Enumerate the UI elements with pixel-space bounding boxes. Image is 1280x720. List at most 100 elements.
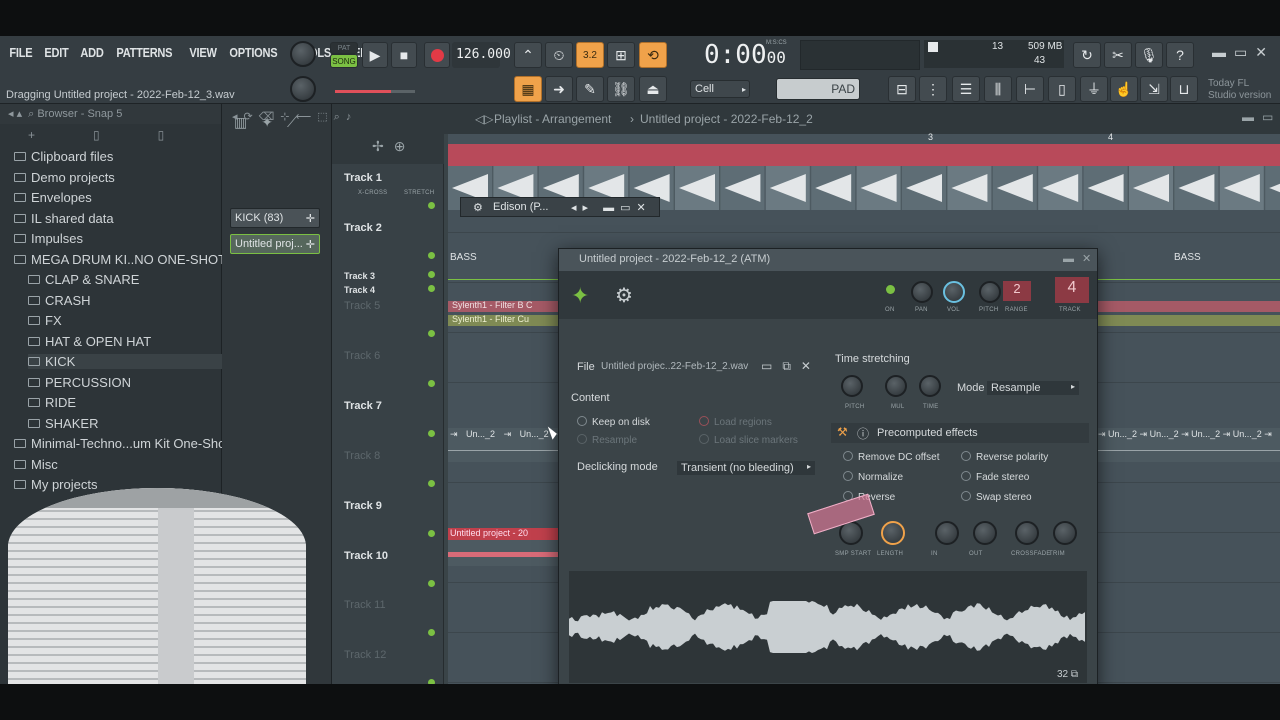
menu-options[interactable]: OPTIONS bbox=[226, 45, 281, 60]
wait-button[interactable]: ⏲ bbox=[545, 42, 573, 68]
shop-button[interactable]: ⊔ bbox=[1170, 76, 1198, 102]
mixer-track-value[interactable]: 4 bbox=[1055, 277, 1089, 303]
track-enable-dot[interactable] bbox=[428, 679, 435, 684]
pan-knob[interactable] bbox=[911, 281, 933, 303]
arrow-tool-button[interactable]: ➜ bbox=[545, 76, 573, 102]
playlist-button[interactable]: ▦ bbox=[514, 76, 542, 102]
track-enable-dot[interactable] bbox=[428, 629, 435, 636]
stamp-button[interactable]: ⏏ bbox=[639, 76, 667, 102]
clipboard-button[interactable]: ▯ bbox=[1048, 76, 1076, 102]
waveform-display[interactable]: 32 ⧉ bbox=[569, 571, 1087, 683]
track-9-clip[interactable]: Untitled project - 20 bbox=[448, 528, 568, 566]
browser-item[interactable]: FX bbox=[28, 313, 62, 328]
pencil-tool-button[interactable]: ✎ bbox=[576, 76, 604, 102]
browser-item[interactable]: KICK bbox=[28, 354, 238, 369]
menu-add[interactable]: ADD bbox=[77, 45, 107, 60]
menu-patterns[interactable]: PATTERNS bbox=[113, 45, 176, 60]
record-button[interactable] bbox=[424, 42, 450, 68]
browser-item[interactable]: MEGA DRUM KI..NO ONE-SHOTS bbox=[14, 252, 235, 267]
browser-item[interactable]: Envelopes bbox=[14, 190, 92, 205]
mic-button[interactable]: 🎙 bbox=[1135, 42, 1163, 68]
menu-edit[interactable]: EDIT bbox=[41, 45, 72, 60]
timeline-ruler[interactable]: 3 4 5 bbox=[448, 144, 1280, 166]
volume-knob[interactable] bbox=[943, 281, 965, 303]
edison-controls[interactable]: ◂▸ ▬▭✕ bbox=[571, 201, 652, 214]
track-label-11[interactable]: Track 11 bbox=[344, 599, 386, 611]
ts-pitch-knob[interactable] bbox=[841, 375, 863, 397]
help-button[interactable]: ? bbox=[1166, 42, 1194, 68]
pad-selector[interactable]: PAD bbox=[776, 78, 860, 100]
load-regions-option[interactable]: Load regions bbox=[699, 416, 772, 428]
menu-view[interactable]: VIEW bbox=[186, 45, 220, 60]
step-edit-button[interactable]: ⊞ bbox=[607, 42, 635, 68]
fx-option[interactable]: Swap stereo bbox=[961, 491, 1032, 503]
zoom-level[interactable]: 32 ⧉ bbox=[1057, 669, 1078, 680]
track-label-10[interactable]: Track 10 bbox=[344, 550, 388, 562]
tools-button[interactable]: ✂ bbox=[1104, 42, 1132, 68]
fx-option[interactable]: Remove DC offset bbox=[843, 451, 940, 463]
plugin-db-button[interactable]: ⊢ bbox=[1016, 76, 1044, 102]
download-button[interactable]: ⇲ bbox=[1140, 76, 1168, 102]
knob-crossfade[interactable] bbox=[1015, 521, 1039, 545]
track-label-3[interactable]: Track 3 bbox=[344, 271, 375, 281]
track-label-12[interactable]: Track 12 bbox=[344, 649, 386, 661]
tempo-display[interactable]: 126.000 bbox=[452, 42, 500, 68]
track-enable-dot[interactable] bbox=[428, 271, 435, 278]
loop-record-button[interactable]: ⟲ bbox=[639, 42, 667, 68]
countdown-button[interactable]: 3.2 bbox=[576, 42, 604, 68]
undo-button[interactable]: ↻ bbox=[1073, 42, 1101, 68]
ts-mul-knob[interactable] bbox=[885, 375, 907, 397]
track-enable-dot[interactable] bbox=[428, 252, 435, 259]
browser-item[interactable]: SHAKER bbox=[28, 416, 98, 431]
track-label-9[interactable]: Track 9 bbox=[344, 500, 382, 512]
playlist-window-controls[interactable]: ▬▭ bbox=[1242, 110, 1280, 124]
browser-item[interactable]: Clipboard files bbox=[14, 149, 113, 164]
browser-tools[interactable]: +▯▯ bbox=[28, 128, 208, 144]
piano-roll-button[interactable]: ⊟ bbox=[888, 76, 916, 102]
pat-mode-button[interactable]: PAT bbox=[330, 42, 358, 54]
window-controls[interactable]: ▬▭✕ bbox=[1212, 44, 1275, 61]
knob-out[interactable] bbox=[973, 521, 997, 545]
track-label-6[interactable]: Track 6 bbox=[344, 350, 380, 362]
track-label-5[interactable]: Track 5 bbox=[344, 300, 380, 312]
load-slice-markers-option[interactable]: Load slice markers bbox=[699, 434, 798, 446]
browser-item[interactable]: RIDE bbox=[28, 395, 76, 410]
stop-button[interactable]: ■ bbox=[391, 42, 417, 68]
fx-option[interactable]: Normalize bbox=[843, 471, 903, 483]
track-label-8[interactable]: Track 8 bbox=[344, 450, 380, 462]
browser-button[interactable]: ⫼ bbox=[984, 76, 1012, 102]
plugin-picker-button[interactable]: ⏚ bbox=[1080, 76, 1108, 102]
track-label-1[interactable]: Track 1 bbox=[344, 172, 382, 184]
knob-trim[interactable] bbox=[1053, 521, 1077, 545]
menu-file[interactable]: FILE bbox=[6, 45, 36, 60]
declicking-select[interactable]: Transient (no bleeding) ▸ bbox=[677, 461, 815, 475]
touch-button[interactable]: ☝ bbox=[1110, 76, 1138, 102]
track-label-2[interactable]: Track 2 bbox=[344, 222, 382, 234]
edison-gear-icon[interactable]: ⚙ bbox=[473, 201, 483, 214]
fx-option[interactable]: Reverse polarity bbox=[961, 451, 1048, 463]
pitch-knob[interactable] bbox=[979, 281, 1001, 303]
keep-on-disk-option[interactable]: Keep on disk bbox=[577, 416, 650, 428]
browser-item[interactable]: Misc bbox=[14, 457, 58, 472]
browser-search-icon[interactable]: ⌕ bbox=[28, 108, 37, 120]
track-enable-dot[interactable] bbox=[428, 530, 435, 537]
snap-selector[interactable]: Cell ▸ bbox=[690, 80, 750, 98]
track-enable-dot[interactable] bbox=[428, 480, 435, 487]
browser-item[interactable]: HAT & OPEN HAT bbox=[28, 334, 151, 349]
metronome-button[interactable]: ⌃ bbox=[514, 42, 542, 68]
track-label-4[interactable]: Track 4 bbox=[344, 285, 375, 295]
browser-item[interactable]: CLAP & SNARE bbox=[28, 272, 139, 287]
track-enable-dot[interactable] bbox=[428, 580, 435, 587]
channel-rack-button[interactable]: ⋮ bbox=[919, 76, 947, 102]
link-button[interactable]: ⛓ bbox=[607, 76, 635, 102]
fx-option[interactable]: Fade stereo bbox=[961, 471, 1029, 483]
song-mode-button[interactable]: SONG bbox=[330, 54, 358, 68]
window-title-bar[interactable]: Untitled project - 2022-Feb-12_2 (ATM) ▬… bbox=[559, 249, 1097, 271]
track-enable-dot[interactable] bbox=[428, 430, 435, 437]
track-enable-dot[interactable] bbox=[428, 330, 435, 337]
wrench-icon[interactable]: ⚙ bbox=[615, 283, 633, 308]
track-label-7[interactable]: Track 7 bbox=[344, 400, 382, 412]
window-close[interactable]: ▬✕ bbox=[1063, 252, 1099, 265]
browser-item[interactable]: CRASH bbox=[28, 293, 91, 308]
snap-icons[interactable]: ✢⊕ bbox=[372, 138, 415, 155]
